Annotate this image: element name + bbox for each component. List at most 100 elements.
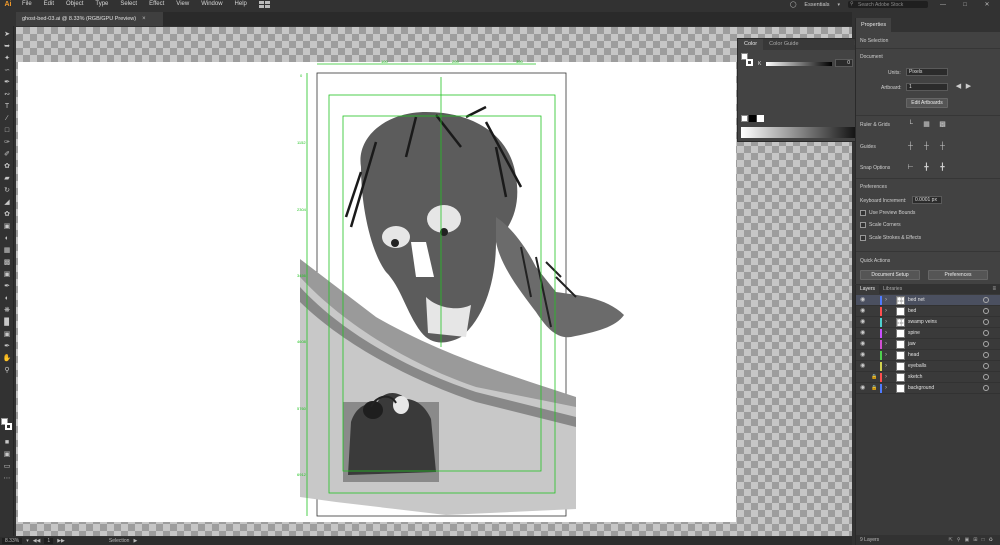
arrange-documents-icon[interactable] (258, 1, 273, 8)
expand-arrow-icon[interactable]: › (885, 351, 887, 360)
none-swatch[interactable] (741, 115, 748, 122)
artboard-select[interactable]: 1 (906, 83, 948, 91)
layer-row[interactable]: ◉ › spine (856, 328, 1000, 339)
artboard-field[interactable]: 1 (44, 538, 54, 544)
stroke-swatch[interactable] (5, 423, 12, 430)
locate-object-icon[interactable]: ⚲ (957, 537, 965, 543)
eye-icon[interactable]: ◉ (860, 330, 867, 337)
expand-arrow-icon[interactable]: › (885, 340, 887, 349)
mesh-tool-icon[interactable]: ▩ (2, 258, 12, 267)
gradient-tool-icon[interactable]: ▣ (2, 270, 12, 279)
transparency-grid-icon[interactable]: ▩ (938, 120, 947, 129)
grid-icon[interactable]: ▦ (922, 120, 931, 129)
tab-color-guide[interactable]: Color Guide (763, 39, 804, 50)
expand-arrow-icon[interactable]: › (885, 384, 887, 393)
target-icon[interactable] (983, 352, 989, 358)
hand-tool-icon[interactable]: ✋ (2, 354, 12, 363)
close-tab-icon[interactable]: × (142, 16, 146, 22)
type-tool-icon[interactable]: T (2, 102, 12, 111)
snap-to-point-icon[interactable]: ⊢ (906, 163, 915, 172)
selection-tool-icon[interactable]: ➤ (2, 30, 12, 39)
zoom-field[interactable]: 8.33% (2, 538, 23, 544)
menu-help[interactable]: Help (229, 0, 253, 9)
next-artboard-icon[interactable]: ▶▶ (57, 538, 65, 544)
pen-tool-icon[interactable]: ✒ (2, 78, 12, 87)
target-icon[interactable] (983, 374, 989, 380)
tab-layers[interactable]: Layers (856, 285, 880, 294)
k-slider[interactable] (766, 62, 832, 66)
rotate-tool-icon[interactable]: ↻ (2, 186, 12, 195)
tab-properties[interactable]: Properties (856, 18, 892, 32)
eyedropper-icon[interactable]: ✒ (2, 282, 12, 291)
eye-icon[interactable]: ◉ (860, 352, 867, 359)
layer-row[interactable]: ◉ › swamp veins (856, 317, 1000, 328)
snap-to-grid-icon[interactable]: ╋ (922, 163, 931, 172)
rectangle-tool-icon[interactable]: □ (2, 126, 12, 135)
export-icon[interactable]: ⇱ (949, 537, 957, 543)
adobe-stock-search[interactable]: ⚲ Search Adobe Stock (848, 1, 928, 8)
color-spectrum[interactable] (741, 127, 857, 138)
shape-builder-icon[interactable]: ◐ (2, 234, 12, 243)
blob-brush-icon[interactable]: ✿ (2, 162, 12, 171)
tab-color[interactable]: Color (738, 39, 764, 50)
keyboard-increment-input[interactable]: 0.0001 px (912, 196, 942, 204)
eye-icon[interactable]: ◉ (860, 308, 867, 315)
clipping-mask-icon[interactable]: ▣ (965, 537, 974, 543)
symbol-sprayer-icon[interactable]: ❋ (2, 306, 12, 315)
eye-icon[interactable]: ◉ (860, 363, 867, 370)
eraser-icon[interactable]: ▰ (2, 174, 12, 183)
menu-file[interactable]: File (16, 0, 38, 9)
eye-icon[interactable]: ◉ (860, 341, 867, 348)
scale-tool-icon[interactable]: ◢ (2, 198, 12, 207)
expand-arrow-icon[interactable]: › (885, 362, 887, 371)
menu-view[interactable]: View (170, 0, 195, 9)
expand-arrow-icon[interactable]: › (885, 296, 887, 305)
maximize-icon[interactable]: □ (958, 2, 972, 8)
color-stroke-swatch[interactable] (746, 59, 753, 66)
white-swatch[interactable] (757, 115, 764, 122)
eye-icon[interactable]: ◉ (860, 297, 867, 304)
expand-arrow-icon[interactable]: › (885, 307, 887, 316)
ruler-icon[interactable]: └ (906, 120, 915, 129)
zoom-tool-icon[interactable]: ⚲ (2, 366, 12, 375)
paintbrush-icon[interactable]: ✑ (2, 138, 12, 147)
target-icon[interactable] (983, 385, 989, 391)
target-icon[interactable] (983, 308, 989, 314)
close-icon[interactable]: ✕ (980, 1, 994, 8)
layer-row[interactable]: ◉ › bed net (856, 295, 1000, 306)
use-preview-bounds-checkbox[interactable] (860, 210, 866, 216)
show-guides-icon[interactable]: ┼ (906, 142, 915, 151)
target-icon[interactable] (983, 363, 989, 369)
lock-guides-icon[interactable]: ┼ (922, 142, 931, 151)
artboard-tool-icon[interactable]: ▣ (2, 330, 12, 339)
play-icon[interactable]: ▶ (133, 538, 137, 544)
curvature-tool-icon[interactable]: ∾ (2, 90, 12, 99)
delete-icon[interactable]: ♻ (989, 537, 997, 543)
minimize-icon[interactable]: — (936, 2, 950, 8)
scale-corners-checkbox[interactable] (860, 222, 866, 228)
expand-arrow-icon[interactable]: › (885, 373, 887, 382)
shaper-tool-icon[interactable]: ✐ (2, 150, 12, 159)
menu-object[interactable]: Object (60, 0, 89, 9)
menu-effect[interactable]: Effect (143, 0, 170, 9)
menu-type[interactable]: Type (89, 0, 114, 9)
layer-row[interactable]: ◉ › bed (856, 306, 1000, 317)
slice-tool-icon[interactable]: ✒ (2, 342, 12, 351)
layer-row[interactable]: ◉ › jaw (856, 339, 1000, 350)
magic-wand-icon[interactable]: ✦ (2, 54, 12, 63)
target-icon[interactable] (983, 297, 989, 303)
expand-arrow-icon[interactable]: › (885, 318, 887, 327)
layer-row[interactable]: ◉ › head (856, 350, 1000, 361)
smart-guides-icon[interactable]: ┼ (938, 142, 947, 151)
free-transform-icon[interactable]: ▣ (2, 222, 12, 231)
warp-tool-icon[interactable]: ✿ (2, 210, 12, 219)
expand-arrow-icon[interactable]: › (885, 329, 887, 338)
workspace-switcher[interactable]: Essentials (804, 2, 829, 8)
target-icon[interactable] (983, 341, 989, 347)
color-mode-icon[interactable]: ■ (2, 438, 12, 447)
black-swatch[interactable] (749, 115, 756, 122)
tab-libraries[interactable]: Libraries (879, 285, 906, 294)
scale-strokes-checkbox[interactable] (860, 235, 866, 241)
perspective-grid-icon[interactable]: ▦ (2, 246, 12, 255)
first-artboard-icon[interactable]: ◀◀ (33, 538, 41, 544)
